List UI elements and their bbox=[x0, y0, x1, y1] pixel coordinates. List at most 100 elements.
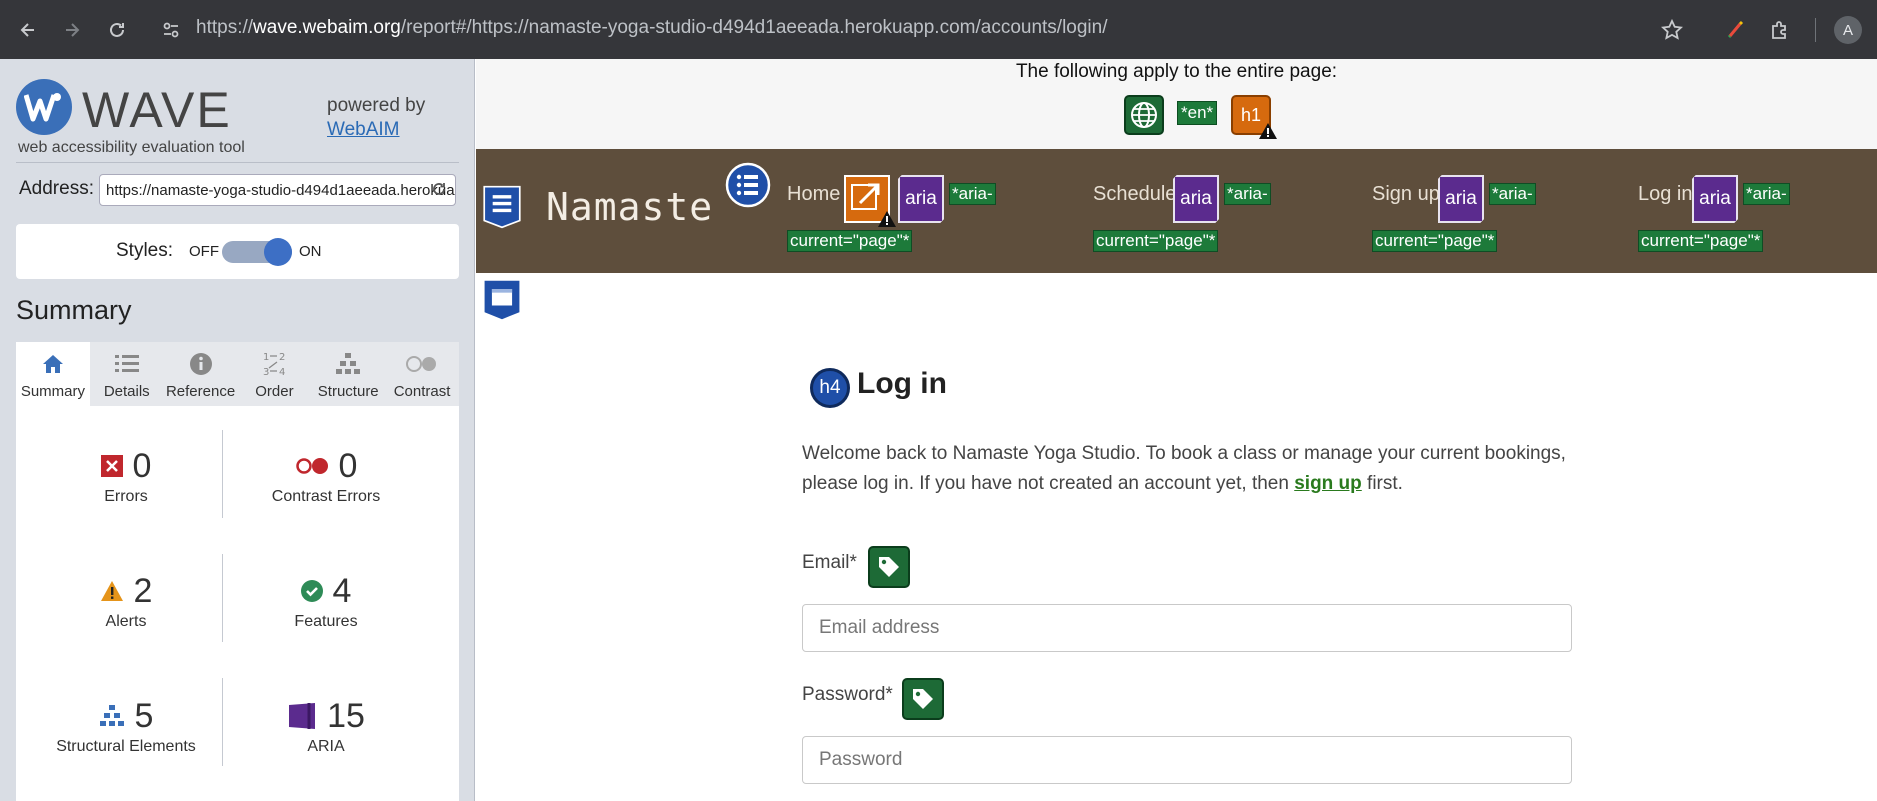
url-domain: wave.webaim.org bbox=[253, 17, 401, 38]
tab-structure[interactable]: Structure bbox=[311, 342, 385, 406]
svg-text:4: 4 bbox=[279, 367, 285, 378]
tab-summary[interactable]: Summary bbox=[16, 342, 90, 406]
tab-reference[interactable]: Reference bbox=[164, 342, 238, 406]
styles-on-label: ON bbox=[299, 243, 322, 260]
tab-order[interactable]: 1234 Order bbox=[237, 342, 311, 406]
stat-alerts[interactable]: 2 Alerts bbox=[31, 571, 221, 631]
redundant-link-alert-icon[interactable] bbox=[844, 175, 896, 227]
aria-badge-schedule[interactable]: aria bbox=[1173, 175, 1219, 223]
navigation-landmark-icon[interactable] bbox=[725, 162, 771, 208]
stat-features[interactable]: 4 Features bbox=[231, 571, 421, 631]
h4-heading-icon[interactable]: h4 bbox=[810, 368, 850, 408]
styles-toggle[interactable] bbox=[222, 238, 292, 266]
structure-icon bbox=[335, 349, 361, 379]
features-label: Features bbox=[294, 613, 358, 630]
header-landmark-icon[interactable] bbox=[480, 185, 524, 229]
url-path: /report#/https://namaste-yoga-studio-d49… bbox=[400, 17, 1108, 38]
summary-heading: Summary bbox=[16, 295, 132, 325]
address-input[interactable]: https://namaste-yoga-studio-d494d1aeeada… bbox=[99, 174, 456, 206]
tab-label: Contrast bbox=[393, 383, 451, 400]
webaim-link[interactable]: WebAIM bbox=[327, 119, 400, 141]
brand-logo[interactable]: Namaste bbox=[546, 185, 713, 229]
aria-current-tag[interactable]: *aria- bbox=[949, 183, 996, 205]
tab-label: Reference bbox=[165, 383, 236, 400]
aria-count: 15 bbox=[327, 696, 365, 735]
profile-avatar[interactable]: A bbox=[1834, 16, 1862, 44]
wave-logo-icon bbox=[16, 79, 72, 135]
styles-off-label: OFF bbox=[189, 243, 219, 260]
page-preview: The following apply to the entire page: … bbox=[476, 59, 1877, 801]
site-navbar: Namaste Home aria *aria- current="page"*… bbox=[476, 149, 1877, 273]
wave-sidebar: WAVE web accessibility evaluation tool p… bbox=[0, 59, 475, 801]
aria-current-tag[interactable]: current="page"* bbox=[1093, 230, 1219, 252]
order-icon: 1234 bbox=[261, 349, 287, 379]
contrast-icon bbox=[405, 349, 439, 379]
label-tag-icon[interactable] bbox=[902, 678, 944, 720]
aria-current-tag[interactable]: current="page"* bbox=[1372, 230, 1498, 252]
aria-current-tag[interactable]: *aria- bbox=[1743, 183, 1790, 205]
svg-text:1: 1 bbox=[263, 352, 269, 363]
main-landmark-icon[interactable] bbox=[480, 278, 524, 322]
tab-details[interactable]: Details bbox=[90, 342, 164, 406]
nav-login[interactable]: Log in bbox=[1638, 183, 1693, 206]
aria-current-tag[interactable]: current="page"* bbox=[1638, 230, 1764, 252]
aria-current-tag[interactable]: *aria- bbox=[1489, 183, 1536, 205]
wave-title: WAVE bbox=[82, 82, 232, 138]
stat-errors[interactable]: 0 Errors bbox=[31, 446, 221, 506]
contrast-error-icon bbox=[295, 458, 328, 474]
svg-text:2: 2 bbox=[279, 352, 285, 363]
back-icon[interactable] bbox=[14, 16, 42, 44]
toolbar-divider bbox=[1815, 18, 1816, 42]
stat-aria[interactable]: 15 ARIA bbox=[231, 696, 421, 756]
extension-pen-icon[interactable] bbox=[1722, 16, 1750, 44]
toggle-knob bbox=[264, 238, 292, 266]
entire-page-text: The following apply to the entire page: bbox=[1015, 61, 1338, 82]
bookmark-star-icon[interactable] bbox=[1658, 16, 1686, 44]
address-bar[interactable]: https://wave.webaim.org/report#/https://… bbox=[196, 17, 1108, 39]
nav-home[interactable]: Home bbox=[787, 183, 840, 206]
aria-badge-login[interactable]: aria bbox=[1692, 175, 1738, 223]
styles-toggle-box: Styles: OFF ON bbox=[16, 224, 459, 279]
tab-contrast[interactable]: Contrast bbox=[385, 342, 459, 406]
address-reload-icon[interactable] bbox=[430, 180, 448, 203]
home-icon bbox=[41, 349, 65, 379]
url-prefix: https:// bbox=[196, 17, 254, 38]
signup-link[interactable]: sign up bbox=[1294, 473, 1362, 494]
feature-check-icon bbox=[300, 580, 323, 602]
nav-signup[interactable]: Sign up bbox=[1372, 183, 1440, 206]
stat-structural[interactable]: 5 Structural Elements bbox=[31, 696, 221, 756]
password-input[interactable]: Password bbox=[802, 736, 1572, 784]
globe-language-icon[interactable] bbox=[1124, 95, 1164, 135]
nav-schedule[interactable]: Schedule bbox=[1093, 183, 1176, 206]
extensions-puzzle-icon[interactable] bbox=[1766, 16, 1794, 44]
forward-icon[interactable] bbox=[58, 16, 86, 44]
alerts-label: Alerts bbox=[105, 613, 147, 630]
wave-subtitle: web accessibility evaluation tool bbox=[18, 139, 245, 156]
contrast-errors-label: Contrast Errors bbox=[271, 488, 381, 505]
aria-current-tag[interactable]: current="page"* bbox=[787, 230, 913, 252]
contrast-errors-count: 0 bbox=[338, 446, 358, 485]
aria-current-tag[interactable]: *aria- bbox=[1224, 183, 1271, 205]
tab-label: Details bbox=[103, 383, 150, 400]
tab-label: Order bbox=[255, 383, 294, 400]
stat-divider bbox=[222, 678, 223, 766]
tab-label: Structure bbox=[317, 383, 379, 400]
login-heading: Log in bbox=[857, 367, 947, 400]
error-icon bbox=[100, 455, 123, 477]
reload-icon[interactable] bbox=[103, 16, 131, 44]
aria-label: ARIA bbox=[307, 738, 345, 755]
label-tag-icon[interactable] bbox=[868, 546, 910, 588]
structural-label: Structural Elements bbox=[56, 738, 196, 755]
aria-badge-signup[interactable]: aria bbox=[1438, 175, 1484, 223]
welcome-line-2-end: first. bbox=[1361, 473, 1403, 494]
email-input[interactable]: Email address bbox=[802, 604, 1572, 652]
aria-badge-home[interactable]: aria bbox=[898, 175, 944, 223]
lang-tag[interactable]: *en* bbox=[1177, 101, 1218, 125]
entire-page-bar: The following apply to the entire page: … bbox=[476, 59, 1877, 149]
stat-contrast-errors[interactable]: 0 Contrast Errors bbox=[231, 446, 421, 506]
h1-badge-text: h1 bbox=[1240, 104, 1262, 125]
features-count: 4 bbox=[332, 571, 352, 610]
stat-divider bbox=[222, 430, 223, 518]
h1-alert-icon[interactable]: h1 bbox=[1231, 95, 1277, 139]
site-settings-icon[interactable] bbox=[157, 16, 185, 44]
